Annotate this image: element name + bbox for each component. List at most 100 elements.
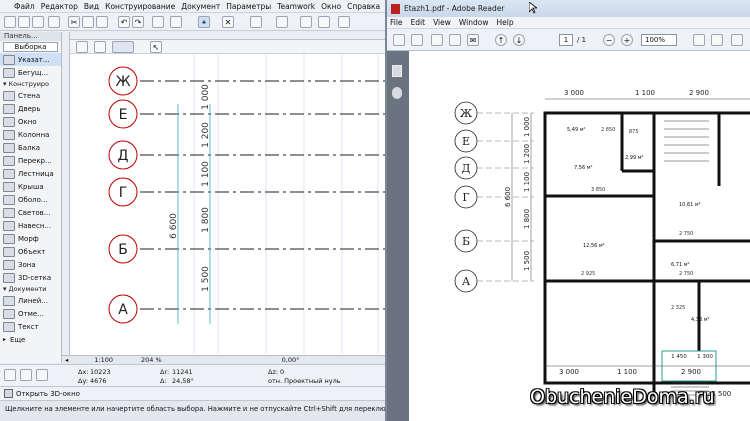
page-number-input[interactable]: 1 [559,34,573,46]
pdf-page[interactable]: Ж Е Д Г Б А 3 000 1 100 2 900 6 600 1 000 1 200 1 10… [409,51,750,421]
floor-plan-canvas[interactable]: ↖ Ж Е Д Г Б А 6 600 1 000 1 200 1 100 1 800 1 500 [62,32,385,355]
palette-tool[interactable]: Оболо... [0,193,61,206]
marquee-icon[interactable] [112,41,134,53]
rectangle-select-icon[interactable] [76,41,88,53]
fit-width-icon[interactable] [711,34,723,46]
copy-icon[interactable] [82,16,94,28]
menu-edit[interactable]: Редактор [41,2,78,11]
pdf-inner-dim: 2 325 [671,305,685,311]
fit-page-icon[interactable] [693,34,705,46]
print-icon[interactable] [48,16,60,28]
palette-tool[interactable]: Морф [0,232,61,245]
menu-design[interactable]: Конструирование [105,2,175,11]
palette-tool[interactable]: Крыша [0,180,61,193]
next-page-icon[interactable]: ↓ [513,34,525,46]
angle-value[interactable]: 0,00° [282,356,300,364]
trace-icon[interactable] [338,16,350,28]
palette-section[interactable]: Конструиро [0,79,61,89]
open-icon[interactable] [411,34,423,46]
snap-grid-icon[interactable] [250,16,262,28]
scale-value[interactable]: 1:100 [94,356,113,364]
redo-icon[interactable]: ↷ [132,16,144,28]
zoom-in-icon[interactable]: + [621,34,633,46]
palette-label: Указат... [18,55,50,64]
zoom-select[interactable]: 100% [641,34,677,46]
palette-tool[interactable]: Стена [0,89,61,102]
reader-print-icon[interactable] [449,34,461,46]
new-file-icon[interactable] [4,16,16,28]
magic-wand-icon[interactable]: ⚹ [198,16,210,28]
reader-menu-help[interactable]: Help [496,18,513,27]
palette-tool[interactable]: Дверь [0,102,61,115]
menu-document[interactable]: Документ [181,2,220,11]
palette-tool[interactable]: Отме... [0,307,61,320]
pages-panel-icon[interactable] [392,65,402,77]
palette-tool[interactable]: Навесн... [0,219,61,232]
reader-menu-edit[interactable]: Edit [411,18,426,27]
create-pdf-icon[interactable] [393,34,405,46]
palette-tool[interactable]: Светов... [0,206,61,219]
palette-tool[interactable]: Колонна [0,128,61,141]
menu-teamwork[interactable]: Teamwork [277,2,315,11]
reader-menu-view[interactable]: View [433,18,451,27]
palette-label: Бегущ... [18,68,49,77]
open-3d-window-button[interactable]: Открыть 3D-окно [16,390,80,398]
info-box-toolbar: ↖ [70,40,385,54]
undo-zoom-icon[interactable]: ◂ [65,356,68,364]
zoom-out-icon[interactable]: − [603,34,615,46]
menu-view[interactable]: Вид [84,2,99,11]
palette-tool[interactable]: 3D-сетка [0,271,61,284]
3d-view-icon[interactable] [152,16,164,28]
ruler-icon[interactable] [276,16,288,28]
attachments-icon[interactable] [392,87,402,99]
snap-point-icon[interactable] [36,369,48,381]
tool-icon [3,295,15,306]
palette-tool[interactable]: Указат... [0,53,61,66]
reference-level[interactable]: отн. Проектный нуль [268,377,341,385]
menu-options[interactable]: Параметры [226,2,271,11]
palette-tool[interactable]: Бегущ... [0,66,61,79]
rotated-select-icon[interactable] [94,41,106,53]
reader-menu-window[interactable]: Window [459,18,489,27]
undo-icon[interactable]: ↶ [118,16,130,28]
save-icon[interactable] [32,16,44,28]
mouse-cursor-icon [529,2,537,14]
palette-tool[interactable]: Перекр... [0,154,61,167]
palette-more[interactable]: ▸ Еще [0,333,61,346]
selection-button[interactable]: Выборка [3,42,58,52]
palette-label: Навесн... [18,221,52,230]
palette-tool[interactable]: Окно [0,115,61,128]
da-label: Δ: [160,377,167,385]
menu-file[interactable]: Файл [14,2,35,11]
menu-window[interactable]: Окно [321,2,341,11]
group-icon[interactable] [318,16,330,28]
axis-label: Е [119,107,128,123]
reader-menu-file[interactable]: File [390,18,403,27]
reader-save-icon[interactable] [431,34,443,46]
menu-help[interactable]: Справка [347,2,380,11]
dx-value: 10223 [90,368,111,376]
relative-construction-icon[interactable] [20,369,32,381]
guide-lines-icon[interactable]: ✕ [222,16,234,28]
palette-tool[interactable]: Текст [0,320,61,333]
palette-tool[interactable]: Линей... [0,294,61,307]
layers-icon[interactable] [170,16,182,28]
previous-page-icon[interactable]: ↑ [495,34,507,46]
open-folder-icon[interactable] [18,16,30,28]
pet-palette-icon[interactable] [4,369,16,381]
zoom-value[interactable]: 204 % [141,356,162,364]
palette-tool[interactable]: Лестница [0,167,61,180]
palette-tool[interactable]: Зона [0,258,61,271]
comment-icon[interactable] [731,34,743,46]
email-icon[interactable]: ✉ [467,34,479,46]
paste-icon[interactable] [96,16,108,28]
suspend-groups-icon[interactable] [300,16,312,28]
palette-label: Конструиро [8,80,50,88]
palette-tool[interactable]: Балка [0,141,61,154]
arrow-pointer-icon[interactable]: ↖ [150,41,162,53]
pdf-top-dim: 3 000 [564,89,584,97]
cut-icon[interactable]: ✂ [68,16,80,28]
palette-section[interactable]: Документи [0,284,61,294]
palette-tool[interactable]: Объект [0,245,61,258]
horizontal-ruler [70,32,385,40]
